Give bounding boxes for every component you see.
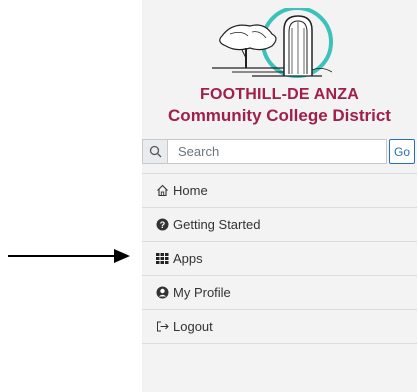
svg-text:?: ? xyxy=(159,220,165,230)
menu-item-label: Apps xyxy=(173,251,203,266)
menu-item-home[interactable]: Home xyxy=(142,174,417,208)
nav-menu: Home ? Getting Started Apps My Profile L… xyxy=(142,173,417,344)
menu-item-logout[interactable]: Logout xyxy=(142,310,417,344)
user-circle-icon xyxy=(155,286,169,300)
logo-artwork-icon xyxy=(212,8,333,78)
menu-item-apps[interactable]: Apps xyxy=(142,242,417,276)
menu-item-label: Getting Started xyxy=(173,217,261,232)
menu-item-my-profile[interactable]: My Profile xyxy=(142,276,417,310)
go-button[interactable]: Go xyxy=(389,139,415,164)
menu-item-label: Home xyxy=(173,183,208,198)
question-circle-icon: ? xyxy=(155,218,169,232)
sidebar-panel: FOOTHILL-DE ANZA Community College Distr… xyxy=(142,0,417,392)
home-icon xyxy=(155,184,169,198)
search-icon xyxy=(142,139,168,164)
grid-icon xyxy=(155,252,169,266)
search-bar: Go xyxy=(142,139,415,164)
menu-item-label: Logout xyxy=(173,319,213,334)
logo-subtitle: Community College District xyxy=(168,106,391,125)
logout-icon xyxy=(155,320,169,334)
right-arrow-icon xyxy=(8,249,130,263)
menu-item-getting-started[interactable]: ? Getting Started xyxy=(142,208,417,242)
logo-title: FOOTHILL-DE ANZA xyxy=(199,86,360,103)
search-input[interactable] xyxy=(168,139,387,164)
menu-item-label: My Profile xyxy=(173,285,231,300)
district-logo[interactable]: FOOTHILL-DE ANZA Community College Distr… xyxy=(142,0,417,130)
